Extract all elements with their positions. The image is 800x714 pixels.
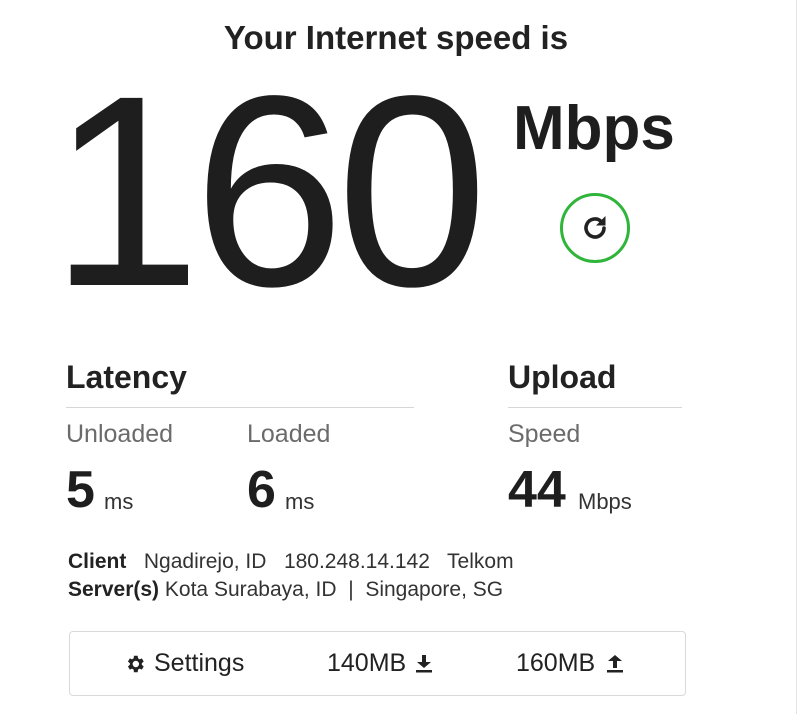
- upload-size-item[interactable]: 160MB: [516, 632, 624, 695]
- upload-speed-value: 44: [508, 461, 566, 519]
- server-secondary: Singapore, SG: [365, 578, 504, 601]
- server-label: Server(s): [68, 578, 160, 601]
- settings-button[interactable]: Settings: [124, 632, 244, 695]
- page-border: [796, 0, 797, 714]
- client-ip: 180.248.14.142: [283, 550, 430, 573]
- download-speed-value: 160: [50, 39, 488, 343]
- unloaded-label: Unloaded: [66, 420, 174, 448]
- server-info: Server(s) Kota Surabaya, ID | Singapore,…: [68, 577, 503, 603]
- server-separator: |: [348, 578, 354, 601]
- client-isp: Telkom: [447, 550, 514, 573]
- settings-label: Settings: [154, 649, 245, 677]
- loaded-latency-value: 6: [247, 461, 276, 519]
- unloaded-latency-unit: ms: [104, 489, 134, 514]
- refresh-button[interactable]: [560, 193, 630, 263]
- upload-title: Upload: [508, 359, 617, 395]
- refresh-icon: [584, 216, 606, 239]
- download-speed-unit: Mbps: [513, 94, 675, 163]
- upload-speed-unit: Mbps: [578, 489, 632, 514]
- upload-speed-label: Speed: [508, 420, 581, 448]
- loaded-latency-unit: ms: [285, 489, 315, 514]
- latency-divider: [66, 407, 414, 408]
- client-info: Client Ngadirejo, ID 180.248.14.142 Telk…: [68, 549, 514, 575]
- download-size-label: 140MB: [327, 649, 407, 677]
- client-label: Client: [68, 550, 127, 573]
- bottom-toolbar: Settings 140MB 160MB: [69, 631, 686, 696]
- upload-icon: [607, 654, 624, 673]
- upload-size-label: 160MB: [516, 649, 596, 677]
- download-size-item[interactable]: 140MB: [327, 632, 433, 695]
- gear-icon: [124, 653, 146, 675]
- unloaded-latency-value: 5: [66, 461, 95, 519]
- client-location: Ngadirejo, ID: [143, 550, 267, 573]
- upload-divider: [508, 407, 682, 408]
- loaded-label: Loaded: [247, 420, 331, 448]
- latency-title: Latency: [66, 359, 187, 395]
- server-primary: Kota Surabaya, ID: [164, 578, 337, 601]
- download-icon: [416, 654, 433, 673]
